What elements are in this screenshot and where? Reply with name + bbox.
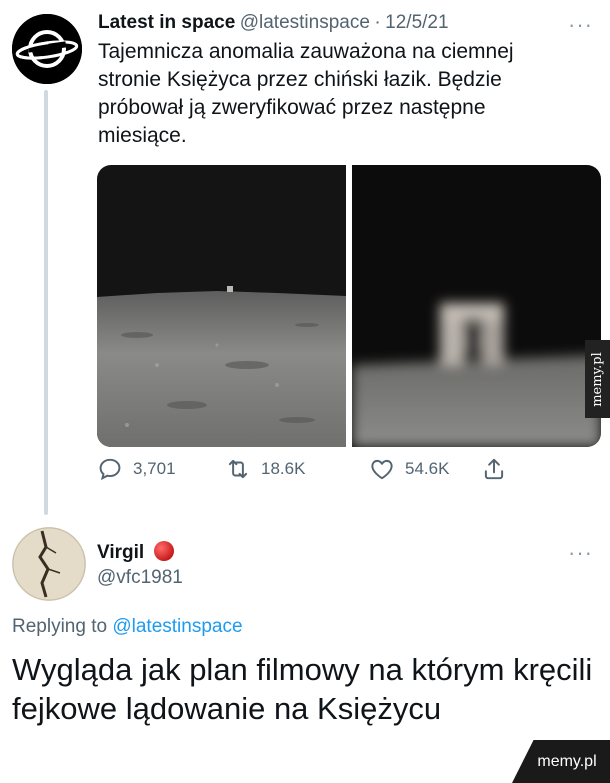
reply-action[interactable]: 3,701 <box>97 456 176 482</box>
retweet-icon <box>228 459 248 479</box>
saturn-logo-icon <box>12 14 82 84</box>
tweet-actions: 3,701 18.6K 54.6K <box>97 456 537 492</box>
separator-dot: · <box>374 12 381 33</box>
retweet-count: 18.6K <box>261 459 306 478</box>
retweet-action[interactable]: 18.6K <box>225 456 305 482</box>
reply-author-name[interactable]: Virgil <box>97 542 144 563</box>
side-watermark: memy.pl <box>585 340 610 418</box>
side-watermark-text: memy.pl <box>590 351 606 407</box>
corner-watermark: memy.pl <box>512 740 610 783</box>
replying-mention[interactable]: @latestinspace <box>112 616 242 637</box>
reply-count: 3,701 <box>133 459 176 478</box>
share-icon <box>484 458 504 480</box>
avatar-image <box>12 527 86 601</box>
tweet-date[interactable]: 12/5/21 <box>385 12 448 33</box>
replying-to: Replying to @latestinspace <box>12 616 243 638</box>
reply-more-options-icon[interactable]: ··· <box>568 540 593 566</box>
moon-landscape-photo[interactable] <box>97 165 346 447</box>
author-name[interactable]: Latest in space <box>98 12 235 33</box>
corner-watermark-text: memy.pl <box>537 752 597 770</box>
tweet-text: Tajemnicza anomalia zauważona na ciemnej… <box>98 40 514 147</box>
like-action[interactable]: 54.6K <box>369 456 449 482</box>
red-circle-icon <box>154 541 175 561</box>
like-count: 54.6K <box>405 459 450 478</box>
avatar-virgil[interactable] <box>12 527 86 601</box>
zoomed-anomaly-photo[interactable] <box>352 165 601 447</box>
like-icon <box>371 459 393 480</box>
reply-icon <box>99 458 121 481</box>
more-options-icon[interactable]: ··· <box>568 12 593 38</box>
reply-text: Wygląda jak plan filmowy na którym kręci… <box>12 652 593 726</box>
thread-line <box>44 90 48 515</box>
reply-author-handle[interactable]: @vfc1981 <box>97 567 183 589</box>
replying-prefix: Replying to <box>12 616 108 637</box>
share-action[interactable] <box>481 456 507 482</box>
tweet-header: Latest in space @latestinspace · 12/5/21 <box>98 12 449 34</box>
reply-author-row: Virgil <box>97 540 175 564</box>
author-handle[interactable]: @latestinspace <box>240 12 370 33</box>
tweet-media[interactable] <box>97 165 601 447</box>
avatar-latest-in-space[interactable] <box>12 14 82 84</box>
